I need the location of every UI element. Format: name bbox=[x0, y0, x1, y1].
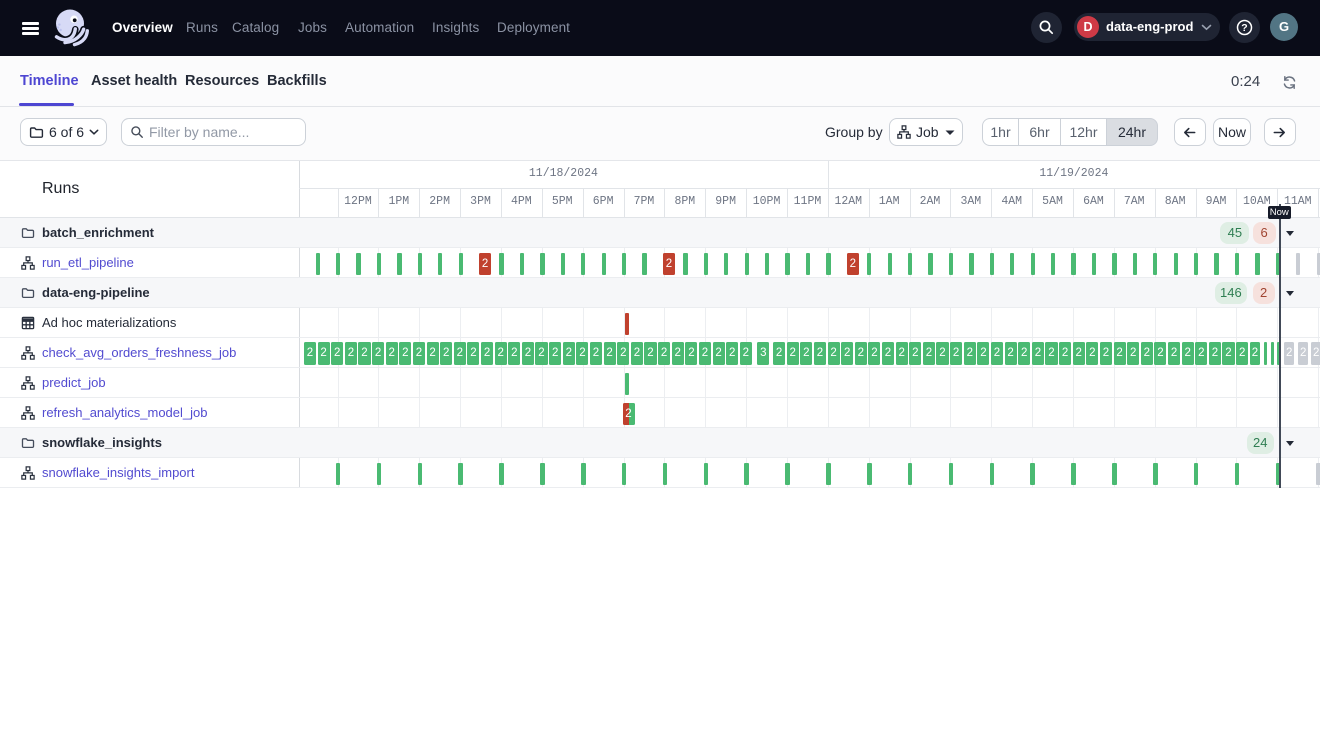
svg-text:?: ? bbox=[1241, 22, 1247, 34]
